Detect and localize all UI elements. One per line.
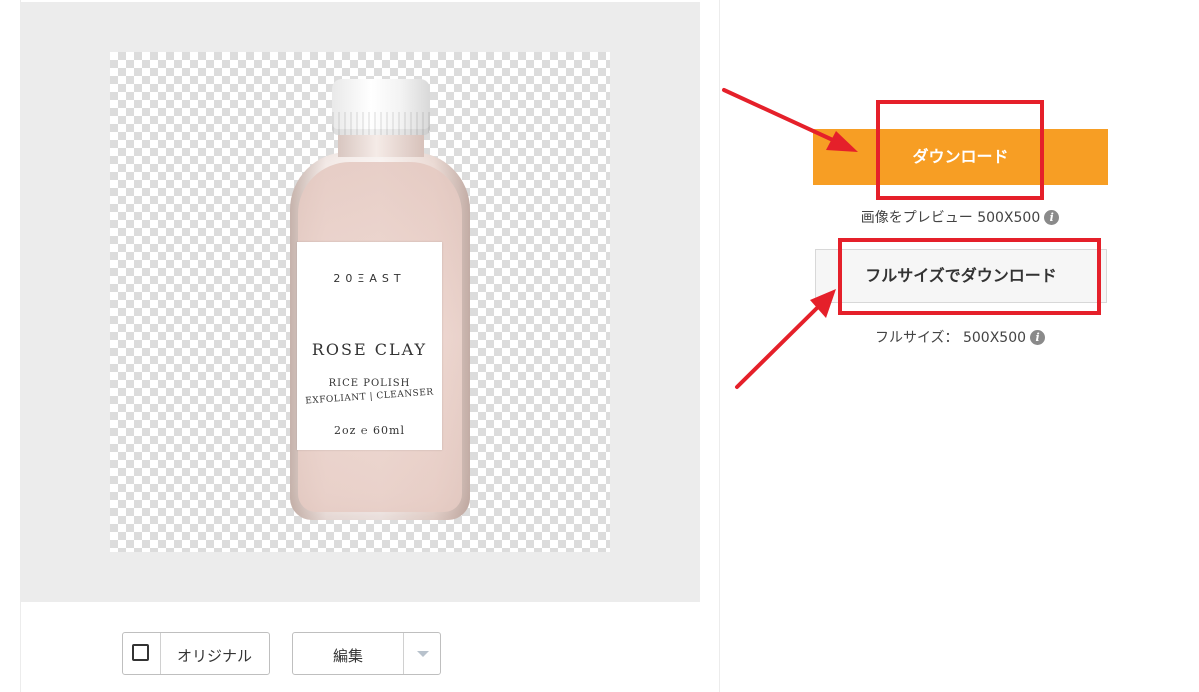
original-checkbox[interactable] bbox=[132, 644, 149, 661]
bottle-label: 20ΞAST ROSE CLAY RICE POLISH EXFOLIANT |… bbox=[297, 242, 442, 450]
bottle-neck bbox=[338, 135, 424, 157]
highlight-box-download bbox=[876, 100, 1044, 200]
checkbox-cell[interactable] bbox=[123, 633, 161, 674]
edit-label: 編集 bbox=[332, 647, 363, 665]
bottle-cap-ridges bbox=[332, 112, 430, 135]
product-image: 20ΞAST ROSE CLAY RICE POLISH EXFOLIANT |… bbox=[110, 52, 610, 552]
label-product-name: ROSE CLAY bbox=[311, 340, 428, 359]
label-brand: 20ΞAST bbox=[333, 272, 406, 285]
info-icon[interactable]: i bbox=[1044, 210, 1060, 225]
label-line-1: RICE POLISH bbox=[328, 378, 411, 389]
full-size-text: フルサイズ： 500X500 bbox=[874, 330, 1027, 346]
chevron-down-icon bbox=[417, 651, 429, 657]
original-label: オリジナル bbox=[176, 647, 252, 665]
image-preview-panel: 20ΞAST ROSE CLAY RICE POLISH EXFOLIANT |… bbox=[21, 2, 700, 602]
preview-size-info: 画像をプレビュー 500X500 i bbox=[780, 207, 1140, 227]
transparent-background: 20ΞAST ROSE CLAY RICE POLISH EXFOLIANT |… bbox=[110, 52, 610, 552]
label-line-2: EXFOLIANT | CLEANSER bbox=[305, 387, 434, 407]
label-size: 2oz ℮ 60ml bbox=[334, 424, 405, 437]
original-toggle-button[interactable]: オリジナル bbox=[122, 632, 270, 675]
preview-size-text: 画像をプレビュー 500X500 bbox=[860, 210, 1041, 226]
highlight-box-full-download bbox=[838, 238, 1101, 315]
full-size-info: フルサイズ： 500X500 i bbox=[780, 327, 1140, 347]
info-icon[interactable]: i bbox=[1030, 330, 1046, 345]
edit-dropdown-toggle[interactable] bbox=[403, 633, 441, 674]
panel-divider bbox=[719, 0, 720, 692]
edit-button[interactable]: 編集 bbox=[292, 632, 441, 675]
